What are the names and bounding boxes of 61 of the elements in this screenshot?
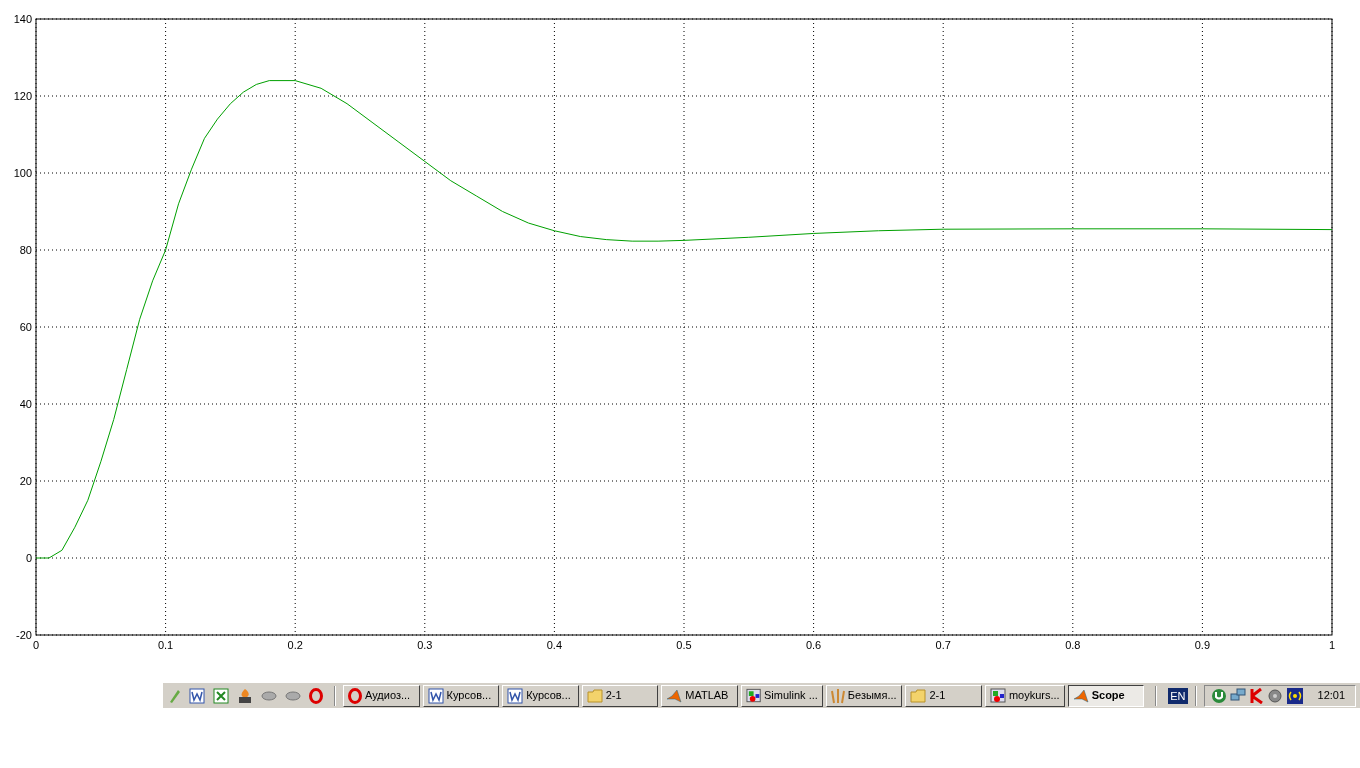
clock: 12:01: [1317, 688, 1346, 704]
k-shield-icon: [1248, 687, 1265, 704]
x-tick-label: 0.4: [546, 639, 563, 651]
y-tick-label: -20: [16, 629, 32, 641]
drive-icon: [285, 690, 301, 701]
quick-launch-button[interactable]: [309, 687, 323, 704]
folder-icon: [910, 688, 927, 703]
x-tick-label: 0.2: [287, 639, 303, 651]
taskbar-button[interactable]: Аудиоз...: [343, 684, 420, 707]
x-tick-label: 0.8: [1065, 639, 1081, 651]
wireless-signal-icon: [1286, 687, 1303, 704]
document-w-icon: [507, 687, 524, 704]
speaker-icon: [1267, 687, 1284, 704]
spreadsheet-x-icon: [213, 687, 229, 704]
taskbar-button[interactable]: moykurs...: [984, 684, 1065, 707]
y-tick-label: 120: [13, 90, 32, 102]
y-tick-label: 40: [19, 398, 32, 410]
folder-icon: [586, 688, 603, 703]
language-indicator[interactable]: EN: [1168, 687, 1188, 704]
taskbar-button[interactable]: Scope: [1067, 684, 1145, 707]
x-tick-label: 0.1: [157, 639, 174, 651]
peak-surface-icon: [1072, 687, 1089, 704]
network-computers-icon: [1229, 687, 1246, 704]
block-diagram-icon: [745, 687, 761, 704]
peak-surface-icon: [666, 687, 683, 704]
x-tick-label: 0.7: [935, 639, 951, 651]
o-logo-icon: [309, 687, 323, 704]
paint-brushes-icon: [830, 687, 845, 704]
quick-launch-button[interactable]: [213, 687, 229, 704]
x-tick-label: 0.6: [805, 639, 822, 651]
torrent-icon: [1210, 687, 1227, 704]
y-tick-label: 0: [25, 552, 32, 564]
tray-button[interactable]: [1210, 687, 1227, 704]
pen-icon: [167, 687, 181, 704]
taskbar-button[interactable]: 2-1: [905, 684, 982, 707]
taskbar-button[interactable]: Курсов...: [502, 684, 579, 707]
block-diagram-icon: [989, 687, 1006, 704]
tray-button[interactable]: [1267, 687, 1284, 704]
drive-icon: [261, 690, 277, 701]
y-tick-label: 20: [19, 475, 32, 487]
taskbar-button[interactable]: Курсов...: [422, 684, 500, 707]
taskbar-button[interactable]: Безымя...: [825, 684, 903, 707]
x-tick-label: 1: [1328, 639, 1336, 651]
tray-button[interactable]: [1286, 687, 1303, 704]
o-logo-icon: [348, 687, 362, 704]
document-w-icon: [427, 687, 444, 704]
taskbar-button[interactable]: Simulink ...: [740, 684, 823, 707]
y-tick-label: 80: [19, 244, 32, 256]
document-w-icon: [189, 687, 205, 704]
y-tick-label: 60: [19, 321, 32, 333]
y-tick-label: 140: [13, 13, 32, 25]
x-tick-label: 0.5: [676, 639, 692, 651]
x-tick-label: 0.9: [1194, 639, 1211, 651]
disc-flame-icon: [237, 687, 253, 704]
quick-launch-button[interactable]: [189, 687, 205, 704]
quick-launch-button[interactable]: [237, 687, 253, 704]
taskbar-button[interactable]: MATLAB: [661, 684, 738, 707]
y-tick-label: 100: [13, 167, 32, 179]
taskbar-button[interactable]: 2-1: [581, 684, 659, 707]
x-tick-label: 0: [32, 639, 40, 651]
x-tick-label: 0.3: [417, 639, 433, 651]
